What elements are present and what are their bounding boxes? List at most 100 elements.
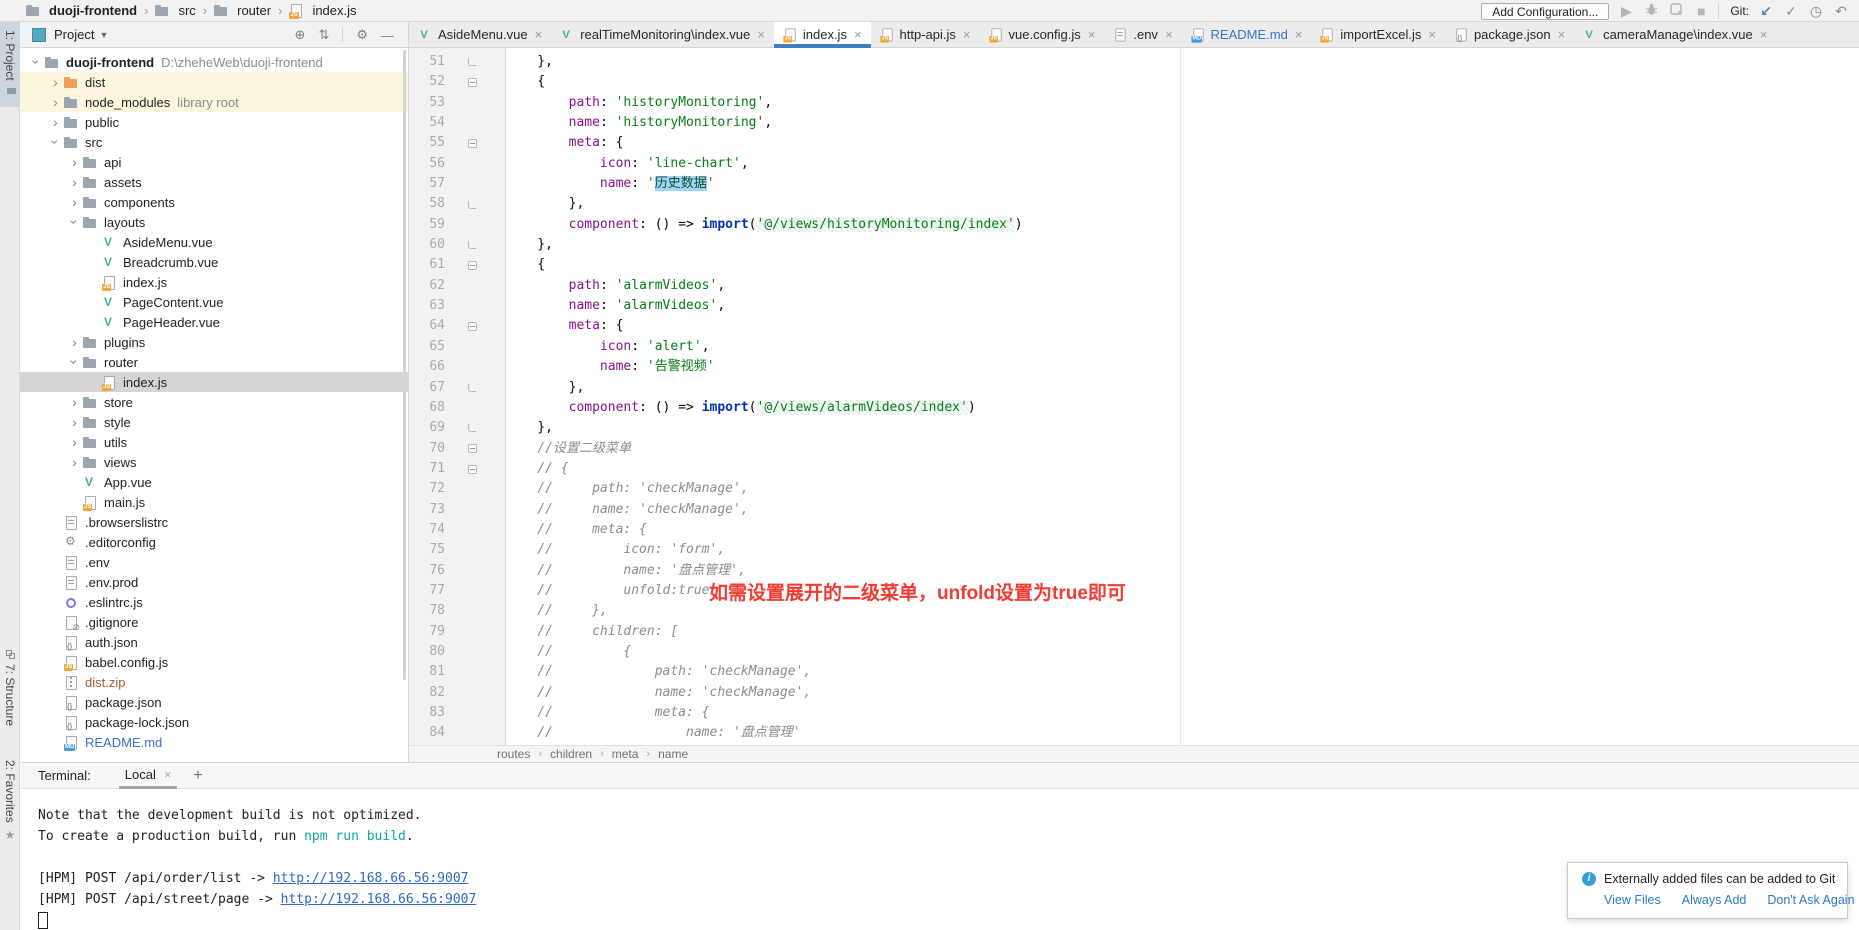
code-line[interactable]: 58 },	[409, 194, 1859, 214]
tree-item[interactable]: auth.json	[20, 632, 408, 652]
close-icon[interactable]: ×	[1088, 28, 1096, 41]
chevron-down-icon[interactable]	[66, 213, 83, 231]
close-icon[interactable]: ×	[1295, 28, 1303, 41]
fold-region-icon[interactable]	[459, 72, 485, 92]
editor-tab[interactable]: realTimeMonitoring\index.vue×	[551, 22, 774, 47]
tree-item[interactable]: PageHeader.vue	[20, 312, 408, 332]
code-line[interactable]: 73 // name: 'checkManage',	[409, 500, 1859, 520]
tree-item[interactable]: store	[20, 392, 408, 412]
notification-action[interactable]: Don't Ask Again	[1767, 893, 1854, 907]
fold-collapse-icon[interactable]	[468, 444, 477, 453]
code-line[interactable]: 74 // meta: {	[409, 520, 1859, 540]
run-icon[interactable]: ▶	[1618, 2, 1634, 20]
editor-tab[interactable]: AsideMenu.vue×	[409, 22, 551, 47]
editor-tab[interactable]: cameraManage\index.vue×	[1574, 22, 1776, 47]
code-line[interactable]: 60 },	[409, 235, 1859, 255]
tree-item[interactable]: dist.zip	[20, 672, 408, 692]
code-line[interactable]: 59 component: () => import('@/views/hist…	[409, 215, 1859, 235]
code-line[interactable]: 56 icon: 'line-chart',	[409, 154, 1859, 174]
editor-tab[interactable]: package.json×	[1445, 22, 1574, 47]
tree-item[interactable]: .editorconfig	[20, 532, 408, 552]
notification-action[interactable]: Always Add	[1682, 893, 1747, 907]
code-line[interactable]: 76 // name: '盘点管理',	[409, 561, 1859, 581]
breadcrumb-item[interactable]: router	[214, 3, 271, 18]
close-icon[interactable]: ×	[757, 28, 765, 41]
code-line[interactable]: 57 name: '历史数据'	[409, 174, 1859, 194]
close-icon[interactable]: ×	[164, 767, 172, 782]
close-icon[interactable]: ×	[1760, 28, 1768, 41]
fold-region-icon[interactable]	[459, 235, 485, 255]
tree-item[interactable]: .eslintrc.js	[20, 592, 408, 612]
editor-tab[interactable]: index.js×	[774, 22, 871, 47]
chevron-right-icon[interactable]	[66, 393, 83, 411]
gear-icon[interactable]: ⚙	[356, 27, 368, 43]
add-configuration-button[interactable]: Add Configuration...	[1481, 3, 1609, 20]
tree-item[interactable]: node_moduleslibrary root	[20, 92, 408, 112]
git-history-icon[interactable]: ◷	[1808, 2, 1824, 20]
code-line[interactable]: 55 meta: {	[409, 133, 1859, 153]
tree-item[interactable]: AsideMenu.vue	[20, 232, 408, 252]
tree-item[interactable]: Breadcrumb.vue	[20, 252, 408, 272]
code-line[interactable]: 69 },	[409, 418, 1859, 438]
editor-breadcrumb-item[interactable]: routes	[497, 747, 530, 761]
chevron-down-icon[interactable]	[47, 133, 64, 151]
code-line[interactable]: 81 // path: 'checkManage',	[409, 662, 1859, 682]
tree-item[interactable]: package.json	[20, 692, 408, 712]
chevron-right-icon[interactable]	[66, 453, 83, 471]
tree-item[interactable]: .env.prod	[20, 572, 408, 592]
code-line[interactable]: 78 // },	[409, 601, 1859, 621]
code-line[interactable]: 84 // name: '盘点管理'	[409, 723, 1859, 743]
git-update-icon[interactable]: ↙	[1758, 2, 1774, 20]
editor-breadcrumb-item[interactable]: children	[550, 747, 592, 761]
chevron-down-icon[interactable]: ▼	[99, 30, 108, 40]
terminal-link[interactable]: http://192.168.66.56:9007	[273, 871, 469, 886]
chevron-right-icon[interactable]	[66, 153, 83, 171]
code-line[interactable]: 67 },	[409, 378, 1859, 398]
locate-icon[interactable]: ⊕	[295, 27, 306, 43]
tree-item[interactable]: .env	[20, 552, 408, 572]
tree-item[interactable]: package-lock.json	[20, 712, 408, 732]
code-line[interactable]: 64 meta: {	[409, 316, 1859, 336]
stop-icon[interactable]: ■	[1693, 2, 1709, 20]
code-line[interactable]: 71 // {	[409, 459, 1859, 479]
tool-window-structure-button[interactable]: 7: Structure	[0, 650, 20, 726]
chevron-right-icon[interactable]	[66, 193, 83, 211]
notification-action[interactable]: View Files	[1604, 893, 1661, 907]
code-line[interactable]: 52 {	[409, 72, 1859, 92]
chevron-right-icon[interactable]	[66, 433, 83, 451]
code-line[interactable]: 72 // path: 'checkManage',	[409, 479, 1859, 499]
close-icon[interactable]: ×	[854, 28, 862, 41]
code-line[interactable]: 75 // icon: 'form',	[409, 540, 1859, 560]
git-commit-icon[interactable]: ✓	[1783, 2, 1799, 20]
code-line[interactable]: 77 // unfold:true	[409, 581, 1859, 601]
code-line[interactable]: 82 // name: 'checkManage',	[409, 683, 1859, 703]
tree-item[interactable]: views	[20, 452, 408, 472]
profiler-icon[interactable]	[1668, 2, 1684, 20]
tree-item[interactable]: layouts	[20, 212, 408, 232]
project-panel-title[interactable]: Project	[54, 27, 94, 42]
tree-item[interactable]: dist	[20, 72, 408, 92]
chevron-right-icon[interactable]	[66, 173, 83, 191]
chevron-right-icon[interactable]	[47, 93, 64, 111]
chevron-right-icon[interactable]	[47, 113, 64, 131]
code-line[interactable]: 68 component: () => import('@/views/alar…	[409, 398, 1859, 418]
code-line[interactable]: 51 },	[409, 52, 1859, 72]
code-line[interactable]: 53 path: 'historyMonitoring',	[409, 93, 1859, 113]
fold-region-icon[interactable]	[459, 133, 485, 153]
code-line[interactable]: 54 name: 'historyMonitoring',	[409, 113, 1859, 133]
fold-region-icon[interactable]	[459, 378, 485, 398]
debug-icon[interactable]	[1643, 2, 1659, 20]
tree-item[interactable]: PageContent.vue	[20, 292, 408, 312]
tree-item[interactable]: App.vue	[20, 472, 408, 492]
terminal-link[interactable]: http://192.168.66.56:9007	[281, 892, 477, 907]
breadcrumb-item[interactable]: index.js	[289, 3, 356, 18]
code-line[interactable]: 65 icon: 'alert',	[409, 337, 1859, 357]
fold-region-icon[interactable]	[459, 459, 485, 479]
fold-region-icon[interactable]	[459, 194, 485, 214]
code-line[interactable]: 61 {	[409, 255, 1859, 275]
fold-region-icon[interactable]	[459, 316, 485, 336]
new-terminal-icon[interactable]: +	[193, 767, 202, 785]
chevron-right-icon[interactable]	[66, 413, 83, 431]
editor-tab[interactable]: .env×	[1104, 22, 1181, 47]
close-icon[interactable]: ×	[1558, 28, 1566, 41]
